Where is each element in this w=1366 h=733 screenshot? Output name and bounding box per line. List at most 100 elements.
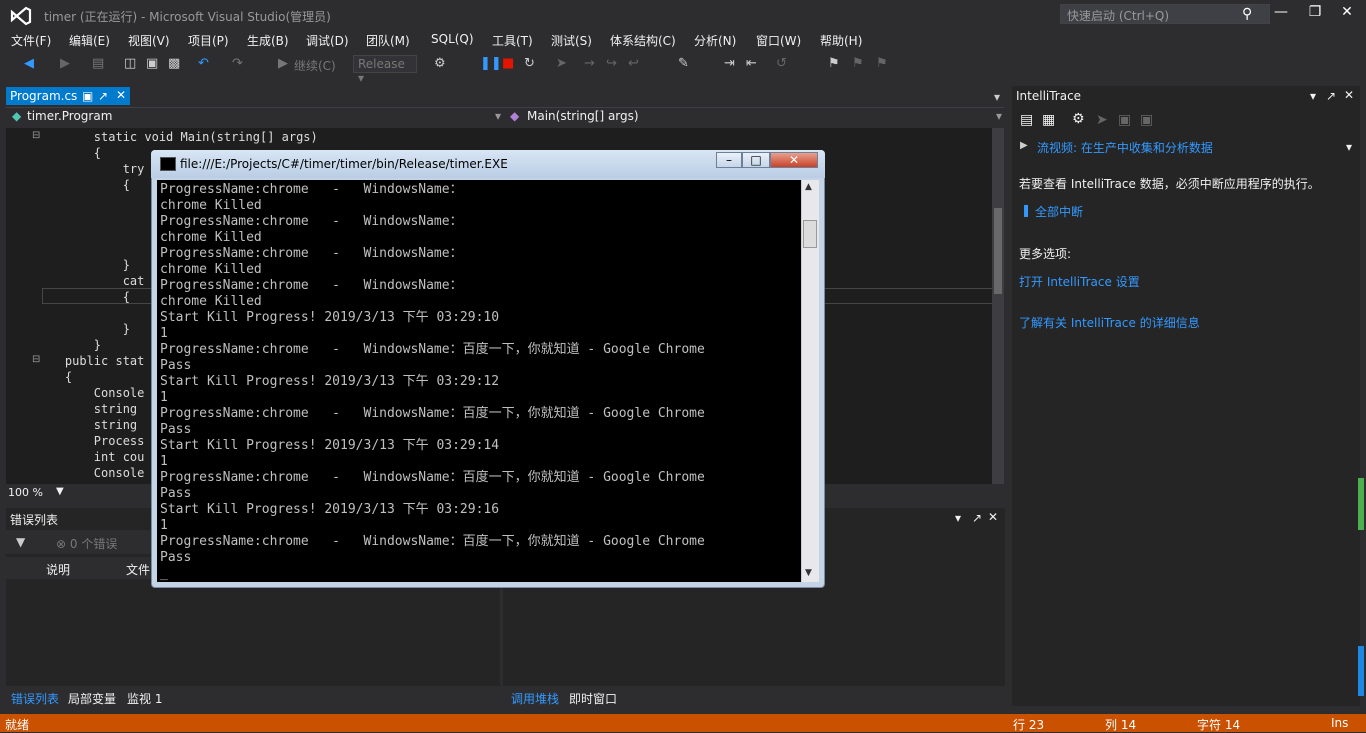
scroll-down-icon[interactable]: ▼ <box>805 568 812 578</box>
column-file[interactable]: 文件 <box>126 561 150 578</box>
code-line: cat <box>36 274 145 288</box>
video-link[interactable]: 流视频: 在生产中收集和分析数据 <box>1037 139 1213 156</box>
method-dropdown-chevron-icon[interactable]: ▾ <box>996 109 1002 125</box>
console-close-button[interactable]: ✕ <box>770 152 818 168</box>
code-line: { <box>36 146 102 160</box>
method-dropdown[interactable]: Main(string[] args) <box>527 109 639 125</box>
save-log-icon[interactable]: ▣ <box>1140 112 1153 128</box>
it-close-icon[interactable]: ✕ <box>1344 88 1354 102</box>
console-line: Pass <box>160 550 192 565</box>
undo-icon[interactable]: ↶ <box>198 56 209 71</box>
console-scrollbar-thumb[interactable] <box>803 220 817 248</box>
tab-locals[interactable]: 局部变量 <box>68 690 116 707</box>
column-description[interactable]: 说明 <box>46 561 70 578</box>
video-play-icon: ▶ <box>1020 140 1028 151</box>
menu-file[interactable]: 文件(F) <box>11 32 51 49</box>
menu-help[interactable]: 帮助(H) <box>820 32 862 49</box>
go-icon[interactable]: ➤ <box>1096 112 1108 128</box>
scrollbar-thumb[interactable] <box>994 208 1002 294</box>
calls-view-icon[interactable]: ▦ <box>1042 112 1055 128</box>
new-project-icon[interactable]: ▤ <box>92 56 104 71</box>
menu-project[interactable]: 项目(P) <box>188 32 229 49</box>
collapse-icon[interactable]: ⊟ <box>32 130 40 141</box>
console-minimize-button[interactable]: – <box>716 152 742 168</box>
learn-more-link[interactable]: 了解有关 IntelliTrace 的详细信息 <box>1019 314 1200 331</box>
class-dropdown[interactable]: timer.Program <box>27 109 112 125</box>
filter-icon[interactable]: ▼ <box>16 535 25 549</box>
indent-icon[interactable]: ⇥ <box>724 56 735 71</box>
stop-icon[interactable]: ■ <box>502 56 514 71</box>
events-view-icon[interactable]: ▤ <box>1020 112 1033 128</box>
menu-sql[interactable]: SQL(Q) <box>431 32 474 46</box>
status-column: 列 14 <box>1105 718 1137 732</box>
menu-test[interactable]: 测试(S) <box>551 32 592 49</box>
zoom-dropdown[interactable]: 100 % <box>8 486 43 499</box>
menu-tools[interactable]: 工具(T) <box>492 32 533 49</box>
menu-edit[interactable]: 编辑(E) <box>69 32 110 49</box>
tab-watch-1[interactable]: 监视 1 <box>127 690 162 707</box>
video-expand-icon[interactable]: ▾ <box>1346 140 1352 154</box>
continue-icon[interactable]: ▶ <box>278 56 288 71</box>
toggle-comment-icon[interactable]: ✎ <box>678 56 689 71</box>
editor-vertical-scrollbar[interactable] <box>992 128 1004 484</box>
comment-icon[interactable]: ↺ <box>776 56 787 71</box>
save-icon[interactable]: ▣ <box>146 56 158 71</box>
tab-program-cs[interactable]: Program.cs ▣ ↗ ✕ <box>6 87 130 105</box>
solution-config-dropdown[interactable]: Release ▾ <box>353 55 417 85</box>
menu-window[interactable]: 窗口(W) <box>756 32 801 49</box>
console-maximize-button[interactable]: □ <box>742 152 770 168</box>
bookmark-icon[interactable]: ⚑ <box>828 56 840 71</box>
menu-debug[interactable]: 调试(D) <box>306 32 349 49</box>
menu-architecture[interactable]: 体系结构(C) <box>610 32 676 49</box>
quick-launch-input[interactable]: 快速启动 (Ctrl+Q) <box>1060 4 1270 24</box>
console-line: ProgressName:chrome - WindowsName： <box>160 182 463 197</box>
settings-gear-icon[interactable]: ⚙ <box>1072 111 1085 127</box>
next-bookmark-icon[interactable]: ⚑ <box>876 56 888 71</box>
errors-filter-button[interactable]: ⊗ 0 个错误 <box>56 535 117 552</box>
attach-icon[interactable]: ⚙ <box>434 56 446 71</box>
scroll-up-icon[interactable]: ▲ <box>805 182 812 192</box>
console-output[interactable]: ProgressName:chrome - WindowsName： chrom… <box>157 180 801 582</box>
lock-icon[interactable]: ▣ <box>82 89 93 103</box>
continue-button[interactable]: 继续(C) <box>294 57 336 74</box>
tab-call-stack[interactable]: 调用堆栈 <box>511 690 559 707</box>
panel-pin-icon[interactable]: ↗ <box>972 511 982 525</box>
step-out-icon[interactable]: ↩ <box>628 56 639 71</box>
open-settings-link[interactable]: 打开 IntelliTrace 设置 <box>1019 273 1140 290</box>
menu-analyze[interactable]: 分析(N) <box>694 32 736 49</box>
search-icon[interactable]: ⚲ <box>1242 6 1252 22</box>
minimize-button[interactable]: — <box>1266 4 1296 24</box>
panel-dropdown-icon[interactable]: ▾ <box>955 511 961 525</box>
menu-view[interactable]: 视图(V) <box>128 32 170 49</box>
back-icon[interactable]: ◀ <box>24 56 34 71</box>
tab-error-list[interactable]: 错误列表 <box>11 690 59 707</box>
step-over-icon[interactable]: ↪ <box>606 56 617 71</box>
tab-immediate-window[interactable]: 即时窗口 <box>569 690 617 707</box>
pin-icon[interactable]: ↗ <box>98 89 108 103</box>
redo-icon[interactable]: ↷ <box>232 56 243 71</box>
open-log-icon[interactable]: ▣ <box>1118 112 1131 128</box>
it-dropdown-icon[interactable]: ▾ <box>1310 89 1316 103</box>
pause-icon[interactable]: ❚❚ <box>480 56 502 71</box>
save-all-icon[interactable]: ▩ <box>168 56 180 71</box>
zoom-chevron-icon[interactable]: ▼ <box>56 486 64 497</box>
panel-close-icon[interactable]: ✕ <box>988 510 998 524</box>
collapse-icon[interactable]: ⊟ <box>32 354 40 365</box>
prev-bookmark-icon[interactable]: ⚑ <box>852 56 864 71</box>
close-button[interactable]: ✕ <box>1332 4 1362 24</box>
tab-overflow-icon[interactable]: ▾ <box>994 90 1000 104</box>
break-all-icon: ❚ <box>1021 203 1032 217</box>
restore-button[interactable]: ❐ <box>1300 4 1330 24</box>
open-file-icon[interactable]: ◫ <box>124 56 136 71</box>
menu-team[interactable]: 团队(M) <box>366 32 410 49</box>
class-dropdown-chevron-icon[interactable]: ▾ <box>495 109 501 125</box>
step-into-icon[interactable]: → <box>584 56 595 71</box>
close-tab-icon[interactable]: ✕ <box>116 88 126 102</box>
outdent-icon[interactable]: ⇤ <box>746 56 757 71</box>
it-pin-icon[interactable]: ↗ <box>1326 89 1336 103</box>
restart-icon[interactable]: ↻ <box>524 56 535 71</box>
break-all-link[interactable]: 全部中断 <box>1035 203 1083 220</box>
menu-build[interactable]: 生成(B) <box>247 32 289 49</box>
forward-icon[interactable]: ▶ <box>60 56 70 71</box>
show-next-statement-icon[interactable]: ➤ <box>556 56 567 71</box>
